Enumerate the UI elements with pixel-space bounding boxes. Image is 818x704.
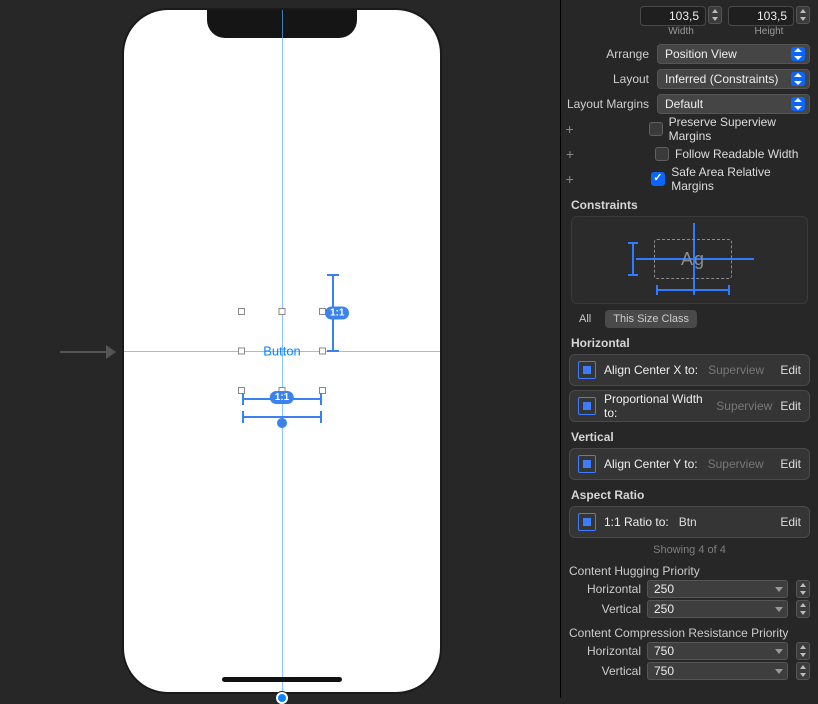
tab-all[interactable]: All (571, 310, 599, 328)
button-label: Button (263, 344, 301, 359)
chevron-down-icon (791, 47, 805, 61)
device-frame[interactable]: Button 1:1 1:1 (124, 10, 440, 692)
hugging-h-stepper[interactable] (796, 580, 810, 598)
constraint-dot (277, 418, 287, 428)
compress-h-field[interactable]: 750 (647, 642, 788, 660)
diagram-box: Ag (654, 239, 732, 279)
safearea-label: Safe Area Relative Margins (671, 165, 810, 193)
width-stepper[interactable] (708, 6, 722, 24)
handle-top-left[interactable] (238, 308, 245, 315)
inspector-panel: 103,5 103,5 Width Height Arrange Positio… (560, 0, 818, 698)
arrange-label: Arrange (561, 47, 649, 61)
width-field[interactable]: 103,5 (640, 6, 706, 26)
selected-button[interactable]: Button 1:1 1:1 (242, 312, 322, 390)
vertical-heading: Vertical (571, 430, 808, 444)
plus-icon[interactable]: + (565, 171, 575, 187)
follow-label: Follow Readable Width (675, 147, 798, 161)
frame-resize-handle[interactable] (276, 692, 288, 704)
constraint-center-x[interactable]: Align Center X to: Superview Edit (569, 354, 810, 386)
preserve-label: Preserve Superview Margins (669, 115, 810, 143)
compress-v-label: Vertical (569, 664, 641, 678)
width-constraint-bar: 1:1 (242, 390, 322, 408)
align-center-y-icon (578, 455, 596, 473)
tab-this-size-class[interactable]: This Size Class (605, 310, 697, 328)
compress-h-stepper[interactable] (796, 642, 810, 660)
plus-icon[interactable]: + (565, 121, 574, 137)
home-indicator (222, 677, 342, 682)
hugging-v-field[interactable]: 250 (647, 600, 788, 618)
edit-button[interactable]: Edit (780, 515, 801, 529)
hugging-v-label: Vertical (569, 602, 641, 616)
hugging-title: Content Hugging Priority (569, 564, 810, 578)
ratio-badge: 1:1 (270, 391, 294, 404)
edit-button[interactable]: Edit (780, 399, 801, 413)
layout-dropdown[interactable]: Inferred (Constraints) (657, 69, 810, 89)
constraint-aspect[interactable]: 1:1 Ratio to: Btn Edit (569, 506, 810, 538)
compress-h-label: Horizontal (569, 644, 641, 658)
compress-v-field[interactable]: 750 (647, 662, 788, 680)
height-stepper[interactable] (796, 6, 810, 24)
align-center-x-icon (578, 361, 596, 379)
height-field[interactable]: 103,5 (728, 6, 794, 26)
layout-label: Layout (561, 72, 649, 86)
horizontal-heading: Horizontal (571, 336, 808, 350)
width-label: Width (640, 26, 722, 37)
arrange-dropdown[interactable]: Position View (657, 44, 810, 64)
margins-dropdown[interactable]: Default (657, 94, 810, 114)
canvas-area[interactable]: Button 1:1 1:1 (0, 0, 560, 698)
edit-button[interactable]: Edit (780, 457, 801, 471)
constraints-title: Constraints (571, 198, 818, 212)
chevron-down-icon (791, 97, 805, 111)
ratio-badge-2: 1:1 (325, 307, 349, 320)
plus-icon[interactable]: + (565, 146, 575, 162)
aspect-ratio-icon (578, 513, 596, 531)
hugging-h-label: Horizontal (569, 582, 641, 596)
chevron-down-icon (791, 72, 805, 86)
margins-label: Layout Margins (561, 97, 649, 111)
proportional-width-icon (578, 397, 596, 415)
compress-title: Content Compression Resistance Priority (569, 626, 810, 640)
constraint-center-y[interactable]: Align Center Y to: Superview Edit (569, 448, 810, 480)
constraint-prop-width[interactable]: Proportional Width to: Superview Edit (569, 390, 810, 422)
follow-checkbox[interactable] (655, 147, 669, 161)
hugging-v-stepper[interactable] (796, 600, 810, 618)
preserve-checkbox[interactable] (649, 122, 663, 136)
constraints-diagram[interactable]: Ag (571, 216, 808, 304)
arrow-indicator (60, 345, 116, 359)
aspect-heading: Aspect Ratio (571, 488, 808, 502)
height-constraint-bar: 1:1 (322, 274, 346, 352)
compress-v-stepper[interactable] (796, 662, 810, 680)
safearea-checkbox[interactable] (651, 172, 665, 186)
showing-count: Showing 4 of 4 (561, 544, 818, 556)
edit-button[interactable]: Edit (780, 363, 801, 377)
hugging-h-field[interactable]: 250 (647, 580, 788, 598)
height-label: Height (728, 26, 810, 37)
